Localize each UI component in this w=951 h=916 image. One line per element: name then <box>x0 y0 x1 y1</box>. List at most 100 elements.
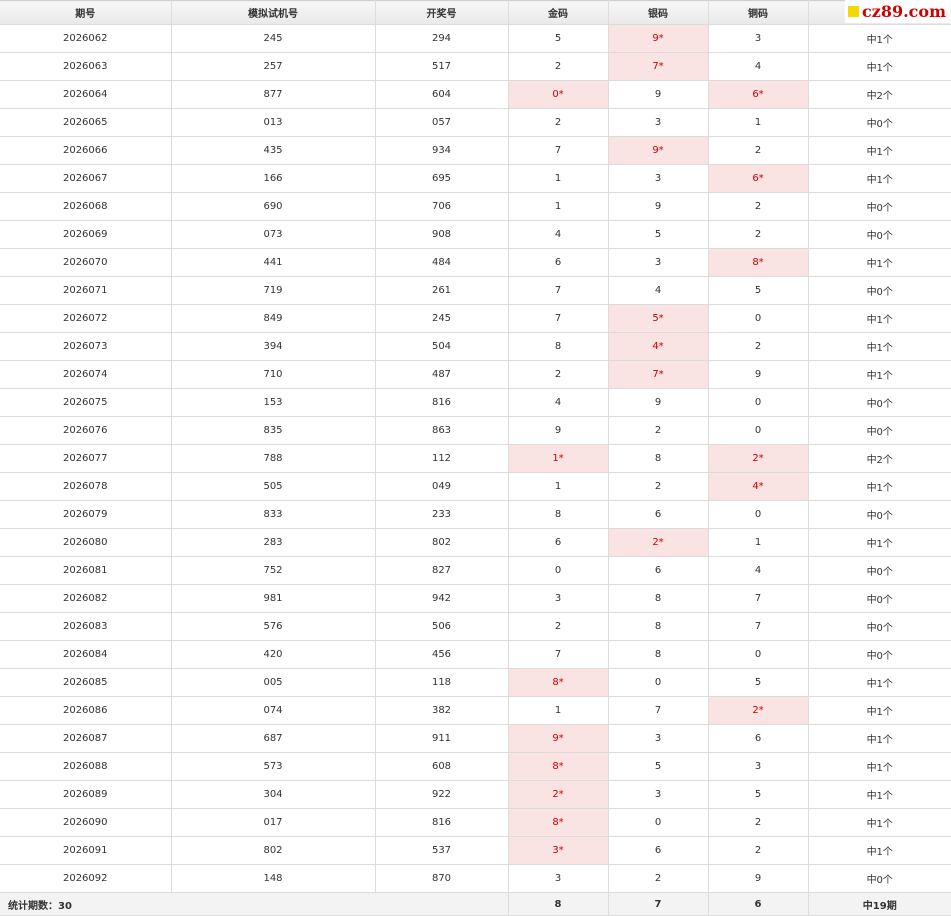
cell-issue: 2026086 <box>0 696 172 725</box>
cell-gold: 6 <box>508 528 609 557</box>
summary-gold: 8 <box>508 892 609 916</box>
cell-sim-number: 420 <box>171 640 376 669</box>
cell-draw-number: 487 <box>375 360 509 389</box>
table-row: 2026088 573 608 8* 5 3 中1个 <box>0 752 951 781</box>
cell-silver: 7 <box>608 696 709 725</box>
cell-gold: 9 <box>508 416 609 445</box>
cell-silver: 0 <box>608 668 709 697</box>
cell-draw-number: 233 <box>375 500 509 529</box>
table-row: 2026066 435 934 7 9* 2 中1个 <box>0 136 951 165</box>
site-logo[interactable]: cz89.com <box>845 0 951 23</box>
cell-gold: 0 <box>508 556 609 585</box>
cell-issue: 2026087 <box>0 724 172 753</box>
cell-bronze: 1 <box>708 528 809 557</box>
cell-issue: 2026081 <box>0 556 172 585</box>
cell-bronze: 9 <box>708 360 809 389</box>
cell-silver: 5 <box>608 752 709 781</box>
table-row: 2026073 394 504 8 4* 2 中1个 <box>0 332 951 361</box>
cell-draw-number: 706 <box>375 192 509 221</box>
cell-draw-number: 245 <box>375 304 509 333</box>
cell-silver: 8 <box>608 444 709 473</box>
cell-bronze: 8* <box>708 248 809 277</box>
cell-result: 中1个 <box>808 808 951 837</box>
summary-row: 统计期数：30 8 7 6 中19期 <box>0 892 951 916</box>
cell-issue: 2026065 <box>0 108 172 137</box>
cell-bronze: 6 <box>708 724 809 753</box>
cell-result: 中1个 <box>808 304 951 333</box>
cell-result: 中1个 <box>808 332 951 361</box>
cell-issue: 2026084 <box>0 640 172 669</box>
table-header-row: 期号 模拟试机号 开奖号 金码 银码 铜码 中奖 <box>0 0 951 25</box>
table-row: 2026084 420 456 7 8 0 中0个 <box>0 640 951 669</box>
cell-result: 中1个 <box>808 164 951 193</box>
table-row: 2026081 752 827 0 6 4 中0个 <box>0 556 951 585</box>
cell-gold: 2 <box>508 612 609 641</box>
cell-gold: 6 <box>508 248 609 277</box>
cell-sim-number: 710 <box>171 360 376 389</box>
cell-draw-number: 604 <box>375 80 509 109</box>
cell-issue: 2026089 <box>0 780 172 809</box>
cell-bronze: 9 <box>708 864 809 893</box>
cell-issue: 2026062 <box>0 24 172 53</box>
cell-draw-number: 112 <box>375 444 509 473</box>
cell-draw-number: 118 <box>375 668 509 697</box>
cell-gold: 3* <box>508 836 609 865</box>
cell-silver: 6 <box>608 500 709 529</box>
cell-result: 中1个 <box>808 724 951 753</box>
table-row: 2026064 877 604 0* 9 6* 中2个 <box>0 80 951 109</box>
cell-silver: 4* <box>608 332 709 361</box>
table-row: 2026069 073 908 4 5 2 中0个 <box>0 220 951 249</box>
cell-silver: 9* <box>608 24 709 53</box>
cell-draw-number: 537 <box>375 836 509 865</box>
cell-gold: 2 <box>508 108 609 137</box>
cell-issue: 2026067 <box>0 164 172 193</box>
summary-silver: 7 <box>608 892 709 916</box>
summary-bronze: 6 <box>708 892 809 916</box>
cell-sim-number: 257 <box>171 52 376 81</box>
summary-label: 统计期数：30 <box>0 892 509 916</box>
cell-draw-number: 382 <box>375 696 509 725</box>
cell-gold: 8 <box>508 332 609 361</box>
cell-sim-number: 505 <box>171 472 376 501</box>
cell-bronze: 0 <box>708 304 809 333</box>
cell-gold: 3 <box>508 584 609 613</box>
table-row: 2026079 833 233 8 6 0 中0个 <box>0 500 951 529</box>
cell-silver: 4 <box>608 276 709 305</box>
cell-sim-number: 752 <box>171 556 376 585</box>
cell-gold: 7 <box>508 640 609 669</box>
cell-result: 中0个 <box>808 500 951 529</box>
cell-issue: 2026079 <box>0 500 172 529</box>
cell-issue: 2026063 <box>0 52 172 81</box>
cell-gold: 1 <box>508 696 609 725</box>
cell-result: 中0个 <box>808 416 951 445</box>
summary-total: 中19期 <box>808 892 951 916</box>
cell-silver: 9* <box>608 136 709 165</box>
cell-gold: 1* <box>508 444 609 473</box>
cell-gold: 7 <box>508 304 609 333</box>
cell-draw-number: 517 <box>375 52 509 81</box>
results-table: 期号 模拟试机号 开奖号 金码 银码 铜码 中奖 202606224529459… <box>0 0 951 916</box>
table-row: 2026089 304 922 2* 3 5 中1个 <box>0 780 951 809</box>
cell-bronze: 4 <box>708 52 809 81</box>
table-row: 2026072 849 245 7 5* 0 中1个 <box>0 304 951 333</box>
cell-result: 中2个 <box>808 444 951 473</box>
cell-silver: 3 <box>608 780 709 809</box>
cell-draw-number: 827 <box>375 556 509 585</box>
table-row: 2026087 687 911 9* 3 6 中1个 <box>0 724 951 753</box>
cell-sim-number: 877 <box>171 80 376 109</box>
cell-issue: 2026076 <box>0 416 172 445</box>
cell-gold: 1 <box>508 192 609 221</box>
cell-draw-number: 863 <box>375 416 509 445</box>
cell-gold: 2* <box>508 780 609 809</box>
cell-gold: 8* <box>508 668 609 697</box>
cell-silver: 6 <box>608 836 709 865</box>
cell-sim-number: 017 <box>171 808 376 837</box>
table-row: 2026068 690 706 1 9 2 中0个 <box>0 192 951 221</box>
cell-sim-number: 576 <box>171 612 376 641</box>
cell-result: 中2个 <box>808 80 951 109</box>
table-row: 2026082 981 942 3 8 7 中0个 <box>0 584 951 613</box>
table-row: 2026062 245 294 5 9* 3 中1个 <box>0 24 951 53</box>
cell-bronze: 2 <box>708 836 809 865</box>
table-row: 2026078 505 049 1 2 4* 中1个 <box>0 472 951 501</box>
cell-draw-number: 802 <box>375 528 509 557</box>
